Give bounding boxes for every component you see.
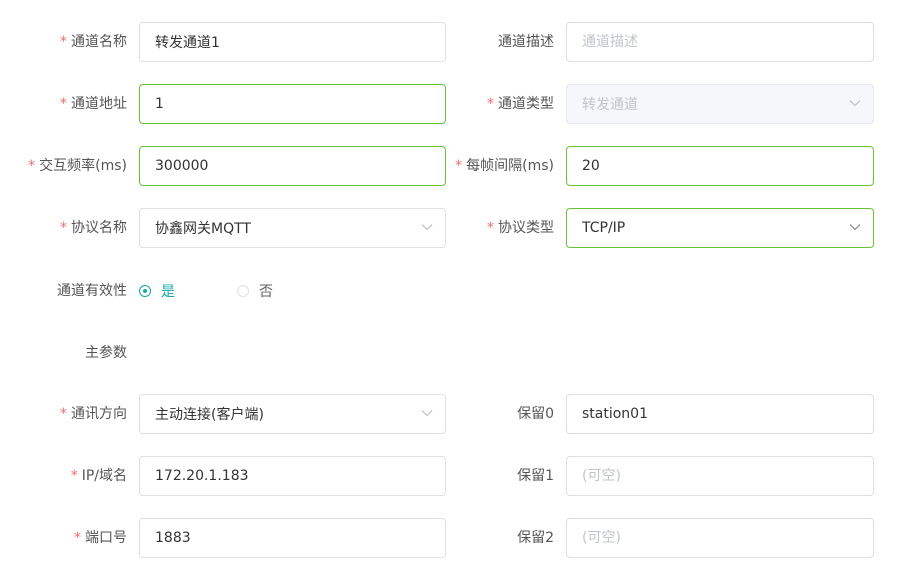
- reserve2-label: 保留2: [517, 530, 554, 546]
- form-row-frequency: *交互频率(ms) *每帧间隔(ms): [0, 146, 900, 186]
- main-params-title: 主参数: [85, 345, 127, 361]
- interaction-frequency-field[interactable]: [139, 146, 446, 186]
- required-star: *: [28, 158, 36, 174]
- channel-name-input[interactable]: [140, 23, 445, 61]
- radio-checked-icon[interactable]: [139, 285, 151, 297]
- frame-interval-input[interactable]: [567, 147, 873, 185]
- required-star: *: [60, 34, 67, 50]
- channel-name-label: * 通道名称: [60, 34, 127, 50]
- port-field[interactable]: [139, 518, 446, 558]
- ip-domain-input[interactable]: [140, 457, 445, 495]
- required-star: *: [487, 220, 494, 236]
- radio-unchecked-icon[interactable]: [237, 285, 249, 297]
- form-row-protocol: *协议名称 *协议类型: [0, 208, 900, 248]
- reserve1-label: 保留1: [517, 468, 554, 484]
- frame-interval-field[interactable]: [566, 146, 874, 186]
- channel-address-field[interactable]: [139, 84, 446, 124]
- required-star: *: [455, 158, 463, 174]
- required-star: *: [60, 220, 67, 236]
- protocol-type-select[interactable]: [566, 208, 874, 248]
- validity-radio-no[interactable]: 否: [237, 271, 273, 311]
- protocol-name-label: * 协议名称: [60, 220, 127, 236]
- comm-direction-label: * 通讯方向: [60, 406, 127, 422]
- interaction-frequency-input[interactable]: [140, 147, 445, 185]
- channel-type-value[interactable]: [567, 85, 873, 123]
- form-row-channel-address: *通道地址 *通道类型: [0, 84, 900, 124]
- channel-name-field[interactable]: [139, 22, 446, 62]
- protocol-type-value[interactable]: [567, 209, 873, 247]
- validity-radio-yes[interactable]: 是: [139, 271, 175, 311]
- reserve0-label: 保留0: [517, 406, 554, 422]
- chevron-down-icon: [421, 410, 433, 417]
- channel-desc-field[interactable]: [566, 22, 874, 62]
- required-star: *: [70, 468, 78, 484]
- required-star: *: [60, 96, 67, 112]
- protocol-name-select[interactable]: [139, 208, 446, 248]
- interaction-frequency-label: * 交互频率(ms): [28, 158, 127, 174]
- frame-interval-label: * 每帧间隔(ms): [455, 158, 554, 174]
- chevron-down-icon: [849, 100, 861, 107]
- reserve1-input[interactable]: [567, 457, 873, 495]
- reserve0-input[interactable]: [567, 395, 873, 433]
- protocol-name-value[interactable]: [140, 209, 445, 247]
- channel-type-label: * 通道类型: [487, 96, 554, 112]
- reserve2-field[interactable]: [566, 518, 874, 558]
- reserve1-field[interactable]: [566, 456, 874, 496]
- form-row-channel-name: *通道名称 通道描述: [0, 22, 900, 62]
- port-input[interactable]: [140, 519, 445, 557]
- channel-desc-label: 通道描述: [498, 34, 554, 50]
- ip-domain-label: * IP/域名: [70, 468, 127, 484]
- port-label: * 端口号: [74, 530, 127, 546]
- channel-type-select[interactable]: [566, 84, 874, 124]
- param-row-port: *端口号 保留2: [0, 518, 900, 558]
- comm-direction-value[interactable]: [140, 395, 445, 433]
- chevron-down-icon: [421, 224, 433, 231]
- protocol-type-label: * 协议类型: [487, 220, 554, 236]
- channel-address-input[interactable]: [140, 85, 445, 123]
- param-row-direction: *通讯方向 保留0: [0, 394, 900, 434]
- required-star: *: [60, 406, 67, 422]
- ip-domain-field[interactable]: [139, 456, 446, 496]
- reserve2-input[interactable]: [567, 519, 873, 557]
- chevron-down-icon: [849, 224, 861, 231]
- channel-desc-input[interactable]: [567, 23, 873, 61]
- channel-validity-label: 通道有效性: [57, 283, 127, 299]
- main-params-section: 主参数: [0, 333, 900, 373]
- required-star: *: [487, 96, 494, 112]
- param-row-ip: *IP/域名 保留1: [0, 456, 900, 496]
- reserve0-field[interactable]: [566, 394, 874, 434]
- required-star: *: [74, 530, 81, 546]
- channel-address-label: * 通道地址: [60, 96, 127, 112]
- comm-direction-select[interactable]: [139, 394, 446, 434]
- form-row-validity: 通道有效性 是 否: [0, 271, 900, 311]
